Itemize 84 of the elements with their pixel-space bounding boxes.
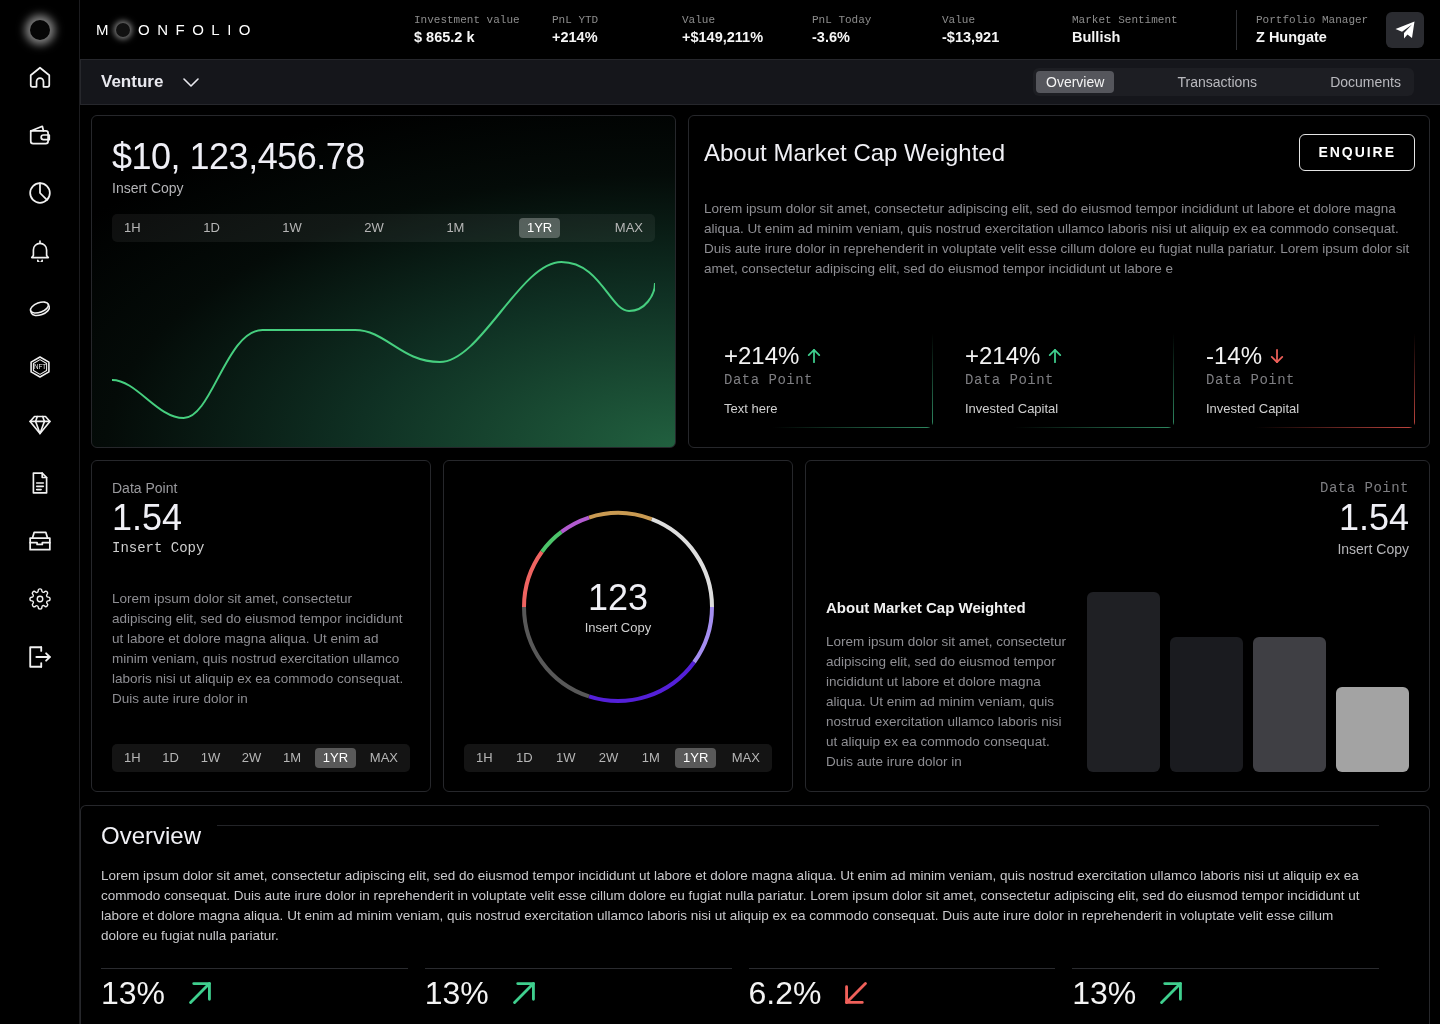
stat-value: -3.6%	[812, 27, 850, 47]
data-caption: Insert Copy	[112, 539, 206, 557]
brand-name: ONFOLIO	[138, 19, 258, 40]
settings-icon[interactable]	[28, 588, 51, 610]
metric-value: 13%	[1072, 975, 1137, 1011]
paper-plane-icon	[1395, 20, 1415, 39]
range-option[interactable]: 1YR	[314, 748, 357, 768]
stat-value: $ 865.2 k	[414, 27, 475, 47]
stat-label: Value	[682, 12, 715, 27]
stat-label: Market Sentiment	[1072, 12, 1178, 27]
portfolio-dropdown[interactable]: Venture	[101, 69, 200, 95]
logout-icon[interactable]	[28, 646, 51, 668]
moon-circle-icon	[116, 22, 130, 37]
data-value: 1.54	[112, 497, 184, 539]
range-option[interactable]: 1W	[547, 748, 584, 768]
range-option[interactable]: 1M	[438, 218, 473, 238]
section-title: Overview	[101, 821, 202, 851]
tray-icon[interactable]	[28, 530, 51, 552]
balance-amount: $10, 123,456.78	[112, 136, 366, 178]
metric-value: -14%	[1206, 341, 1263, 371]
stat-value: -$13,921	[942, 27, 1000, 47]
enquire-button[interactable]: ENQUIRE	[1299, 134, 1415, 171]
diamond-icon[interactable]	[28, 414, 51, 436]
metric-value: +214%	[724, 341, 800, 371]
stat-label: PnL Today	[812, 12, 872, 27]
home-icon[interactable]	[28, 66, 51, 88]
stat-label: Value	[942, 12, 975, 27]
balance-caption: Insert Copy	[112, 179, 185, 198]
range-option[interactable]: 1D	[508, 748, 541, 768]
range-option[interactable]: 1H	[116, 218, 149, 238]
manager-label: Portfolio Manager	[1256, 12, 1369, 27]
range-option[interactable]: 1YR	[675, 748, 717, 768]
stat-value: +214%	[552, 27, 598, 47]
send-button[interactable]	[1386, 11, 1424, 48]
data-label: Data Point	[112, 479, 179, 497]
range-option[interactable]: 1M	[633, 748, 668, 768]
stat-label: PnL YTD	[552, 12, 599, 27]
metric-value: +214%	[965, 341, 1041, 371]
metric-label: Data Point	[724, 371, 814, 389]
range-option[interactable]: 1YR	[518, 218, 561, 238]
range-option[interactable]: MAX	[361, 748, 406, 768]
stat-value: Bullish	[1072, 27, 1121, 47]
description-text: Lorem ipsum dolor sit amet, consectetur adipiscing elit, sed do eiusmod tempor incididunt ut labore et dolore magna aliqua. Ut enim ad minim veniam, quis nostrud exercitation ullamco laboris nisi ut aliquip ex ea commodo consequat. Duis aute irure dolor in reprehenderit in voluptate velit esse cillum dolore eu fugiat nulla pariatur. Lorem ipsum dolor sit amet, consectetur adipiscing elit, sed do eiusmod tempor incididunt ut labore e	[704, 200, 1411, 278]
brand-letter: M	[96, 19, 116, 40]
tab[interactable]: Overview	[1036, 71, 1115, 93]
metric-label: Data Point	[1206, 371, 1296, 389]
range-option[interactable]: 2W	[233, 748, 270, 768]
ring-value: 123	[587, 577, 649, 619]
ring-caption: Insert Copy	[584, 619, 652, 637]
description-text: Lorem ipsum dolor sit amet, consectetur adipiscing elit, sed do eiusmod tempor incididunt ut labore et dolore magna aliqua. Ut enim ad minim veniam, quis nostrud exercitation ullamco laboris nisi ut aliquip ex ea commodo consequat. Duis aute irure dolor in	[112, 590, 405, 708]
metric-value: 13%	[101, 975, 166, 1011]
range-option[interactable]: 2W	[356, 218, 392, 238]
eclipse-logo-icon	[29, 20, 50, 40]
data-caption: Insert Copy	[1337, 540, 1409, 559]
range-option[interactable]: MAX	[606, 218, 651, 238]
range-option[interactable]: MAX	[723, 748, 768, 768]
tab[interactable]: Transactions	[1167, 71, 1268, 93]
section-title: About Market Cap Weighted	[826, 598, 1027, 618]
metric-value: 13%	[424, 975, 489, 1011]
data-value: 1.54	[1338, 497, 1409, 539]
metric-label: Data Point	[965, 371, 1055, 389]
description-text: Lorem ipsum dolor sit amet, consectetur adipiscing elit, sed do eiusmod tempor incididunt ut labore et dolore magna aliqua. Ut enim ad minim veniam, quis nostrud exercitation ullamco laboris nisi ut aliquip ex ea commodo consequat. Duis aute irure dolor in reprehenderit in voluptate velit esse cillum dolore eu fugiat nulla pariatur. Lorem ipsum dolor sit amet, consectetur adipiscing elit, sed do eiusmod tempor incididunt ut labore et dolore magna aliqua. Ut enim ad minim veniam, quis nostrud exercitation ullamco laboris nisi ut aliquip ex ea commodo consequat. Duis aute irure dolor in reprehenderit in voluptate velit esse cillum dolore eu fugiat nulla pariatur.	[101, 867, 1361, 945]
bell-icon[interactable]	[28, 240, 51, 262]
range-option[interactable]: 1H	[468, 748, 501, 768]
range-option[interactable]: 1W	[192, 748, 229, 768]
range-option[interactable]: 1D	[195, 218, 228, 238]
tab[interactable]: Documents	[1320, 71, 1411, 93]
pie-chart-icon[interactable]	[28, 182, 51, 204]
manager-name: Z Hungate	[1256, 27, 1327, 47]
card-title: About Market Cap Weighted	[704, 137, 1006, 168]
description-text: Lorem ipsum dolor sit amet, consectetur adipiscing elit, sed do eiusmod tempor incididunt ut labore et dolore magna aliqua. Ut enim ad minim veniam, quis nostrud exercitation ullamco laboris nisi ut aliquip ex ea commodo consequat. Duis aute irure dolor in	[826, 633, 1068, 771]
range-option[interactable]: 2W	[590, 748, 627, 768]
stat-value: +$149,211%	[682, 27, 764, 47]
range-option[interactable]: 1W	[274, 218, 310, 238]
metric-caption: Invested Capital	[1206, 400, 1301, 418]
range-option[interactable]: 1M	[275, 748, 310, 768]
range-option[interactable]: 1H	[116, 748, 149, 768]
range-option[interactable]: 1D	[154, 748, 187, 768]
stat-label: Investment value	[414, 12, 520, 27]
wallet-icon[interactable]	[28, 124, 51, 146]
metric-caption: Invested Capital	[965, 400, 1060, 418]
metric-caption: Text here	[724, 400, 779, 418]
metric-value: 6.2%	[748, 975, 822, 1011]
data-label: Data Point	[1320, 479, 1409, 497]
